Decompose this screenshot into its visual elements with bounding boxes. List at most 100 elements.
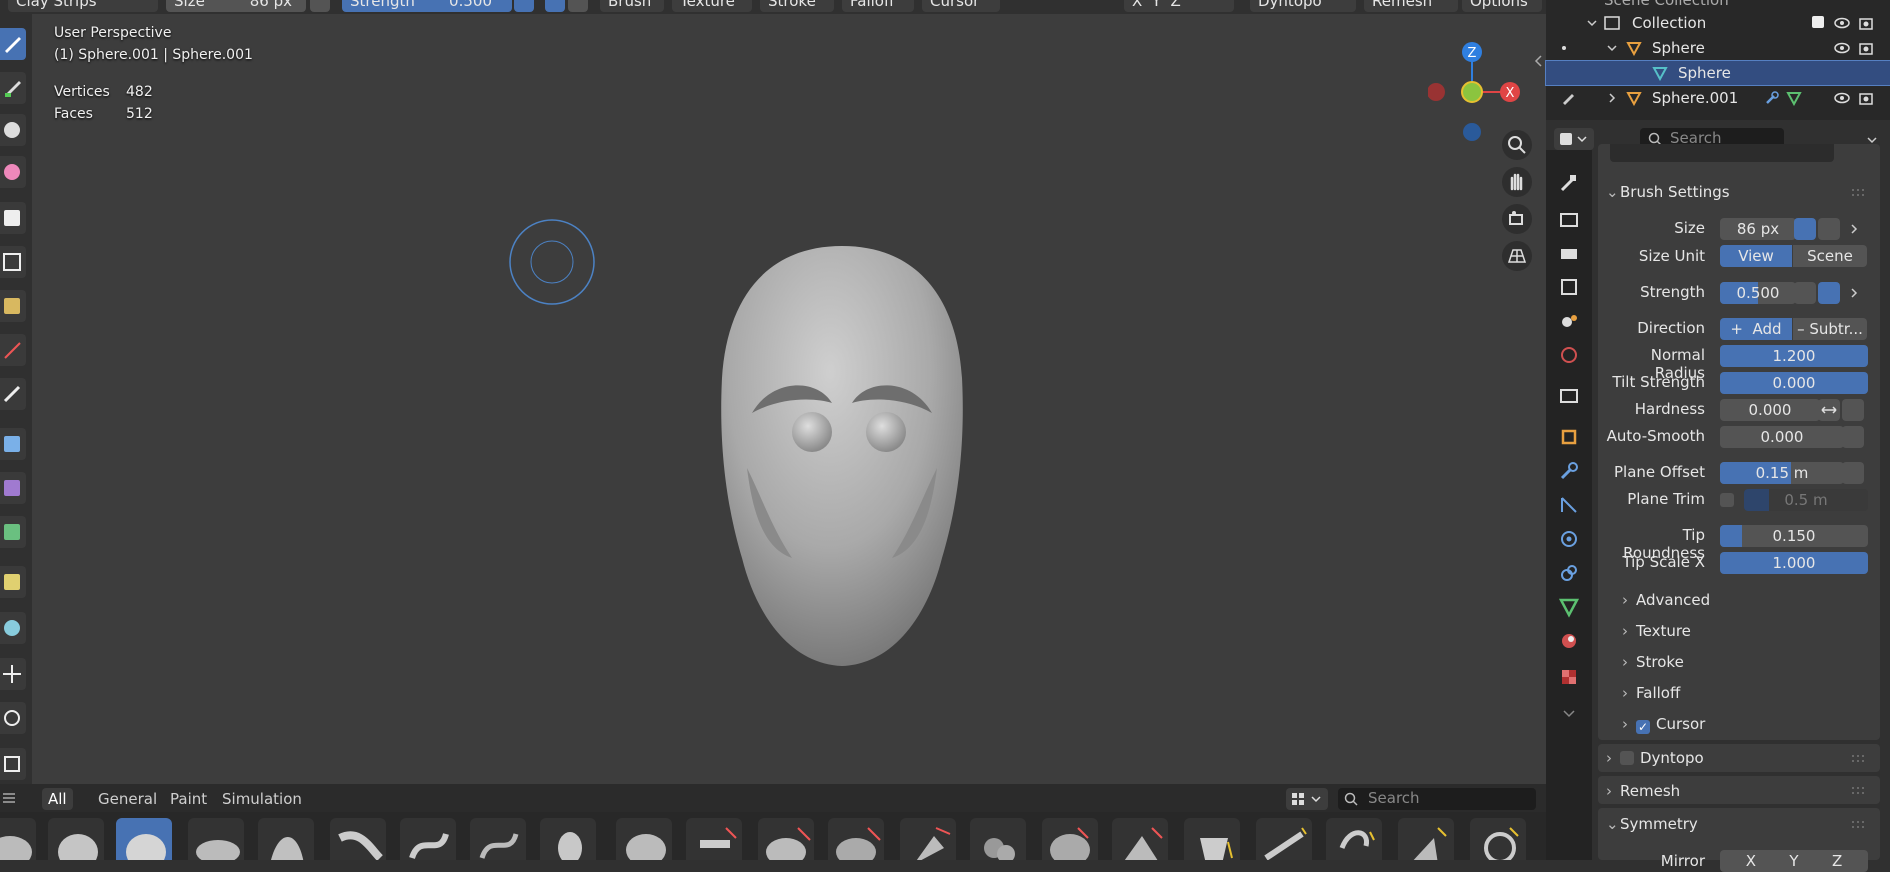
tool-layer[interactable]	[0, 156, 26, 188]
menu-dyntopo[interactable]: Dyntopo	[1250, 0, 1356, 12]
cursor-checkbox[interactable]: ✓	[1636, 720, 1650, 734]
brush-thumb[interactable]	[48, 818, 104, 860]
strength-input[interactable]: 0.500	[1720, 282, 1796, 304]
remesh-header[interactable]: › Remesh	[1606, 782, 1680, 800]
brush-selector[interactable]: Clay Strips	[8, 0, 158, 12]
camera-icon[interactable]	[1858, 40, 1874, 56]
brush-thumb[interactable]	[616, 818, 672, 860]
plane-trim-checkbox[interactable]	[1720, 493, 1734, 507]
auto-smooth-input[interactable]: 0.000	[1720, 426, 1844, 448]
tool-trim[interactable]	[0, 334, 26, 366]
mesh-data-tab-icon[interactable]	[1558, 596, 1580, 618]
brush-thumb[interactable]	[330, 818, 386, 860]
shelf-tab-simulation[interactable]: Simulation	[216, 788, 308, 810]
menu-brush[interactable]: Brush	[600, 0, 664, 12]
menu-stroke[interactable]: Stroke	[760, 0, 834, 12]
eye-icon[interactable]	[1834, 16, 1850, 30]
plane-trim-input[interactable]: 0.5 m	[1744, 489, 1868, 511]
material-tab-icon[interactable]	[1558, 630, 1580, 652]
sphere-row[interactable]: Sphere	[1546, 36, 1890, 60]
checkbox-icon[interactable]	[1812, 16, 1824, 28]
tool-cloth-filter[interactable]	[0, 472, 26, 504]
mirror-toggles[interactable]: X Y Z	[1720, 850, 1868, 872]
menu-cursor[interactable]: Cursor	[922, 0, 1000, 12]
zoom-icon[interactable]	[1502, 130, 1532, 160]
object-tab-icon[interactable]	[1558, 426, 1580, 448]
3d-viewport[interactable]: User Perspective (1) Sphere.001 | Sphere…	[32, 14, 1546, 784]
brush-thumb[interactable]	[540, 818, 596, 860]
world-tab-icon[interactable]	[1558, 344, 1580, 366]
brush-thumb[interactable]	[1256, 818, 1312, 860]
collapse-sidebar-icon[interactable]	[1532, 54, 1546, 68]
symmetry-header[interactable]: ⌄Symmetry	[1606, 815, 1698, 833]
eyedropper-icon[interactable]	[1842, 426, 1864, 448]
eye-icon[interactable]	[1834, 41, 1850, 55]
eyedropper-icon[interactable]	[1842, 462, 1864, 484]
particles-tab-icon[interactable]	[1558, 494, 1580, 516]
tip-scale-x-input[interactable]: 1.000	[1720, 552, 1868, 574]
drag-handle-icon[interactable]	[1850, 754, 1868, 764]
eye-icon[interactable]	[1834, 91, 1850, 105]
direction-subtract-icon[interactable]	[568, 0, 588, 12]
advanced-subpanel[interactable]: › Advanced	[1622, 591, 1710, 609]
modifier-wrench-icon[interactable]	[1558, 460, 1580, 482]
dyntopo-header[interactable]: › Dyntopo	[1606, 749, 1704, 767]
sym-x[interactable]: X	[1132, 0, 1142, 10]
menu-falloff[interactable]: Falloff	[842, 0, 914, 12]
sym-z[interactable]: Z	[1171, 0, 1181, 10]
view-layer-tab-icon[interactable]	[1558, 276, 1580, 298]
brush-thumb[interactable]	[1470, 818, 1526, 860]
size-pressure-icon[interactable]	[1794, 218, 1816, 240]
texture-subpanel[interactable]: › Texture	[1622, 622, 1691, 640]
falloff-subpanel[interactable]: › Falloff	[1622, 684, 1680, 702]
shelf-tab-general[interactable]: General	[92, 788, 163, 810]
tool-mask-by-color[interactable]	[0, 612, 26, 644]
tool-move[interactable]	[0, 658, 26, 690]
plane-offset-input[interactable]: 0.15 m	[1720, 462, 1844, 484]
brush-settings-header[interactable]: ⌄Brush Settings	[1606, 183, 1730, 201]
chevron-right-icon[interactable]	[1848, 287, 1860, 299]
size-unit-scene-button[interactable]: Scene	[1793, 245, 1867, 267]
tool-box-mask[interactable]	[0, 246, 26, 278]
scene-tab-icon[interactable]	[1558, 310, 1580, 332]
mirror-z[interactable]: Z	[1832, 852, 1842, 870]
strength-eyedropper-icon[interactable]	[1818, 282, 1840, 304]
tool-rotate[interactable]	[0, 702, 26, 734]
tool-edit-face-set[interactable]	[0, 566, 26, 598]
drag-handle-icon[interactable]	[1850, 820, 1868, 830]
symmetry-toggles[interactable]: X Y Z	[1124, 0, 1234, 12]
strength-field[interactable]: Strength 0.500	[342, 0, 512, 12]
chevron-down-icon[interactable]	[1558, 702, 1580, 724]
shelf-tab-paint[interactable]: Paint	[164, 788, 213, 810]
chevron-right-icon[interactable]	[1848, 223, 1860, 235]
direction-add-button[interactable]: + Add	[1720, 318, 1792, 340]
brush-thumb[interactable]	[900, 818, 956, 860]
sphere-mesh-row[interactable]: Sphere	[1545, 60, 1890, 86]
tool-tab-icon[interactable]	[1558, 172, 1580, 194]
tool-draw-sharp[interactable]	[0, 72, 26, 104]
size-unit-view-button[interactable]: View	[1720, 245, 1792, 267]
brush-thumb[interactable]	[970, 818, 1026, 860]
camera-view-icon[interactable]	[1502, 204, 1532, 234]
constraints-tab-icon[interactable]	[1558, 562, 1580, 584]
texture-tab-icon[interactable]	[1558, 666, 1580, 688]
mirror-y[interactable]: Y	[1789, 852, 1798, 870]
mirror-x[interactable]: X	[1746, 852, 1756, 870]
brush-thumb[interactable]	[758, 818, 814, 860]
tool-scale[interactable]	[0, 748, 26, 780]
collection-tab-icon[interactable]	[1558, 384, 1580, 406]
gizmo-y-axis-icon[interactable]	[1461, 81, 1483, 103]
stroke-subpanel[interactable]: › Stroke	[1622, 653, 1684, 671]
menu-texture[interactable]: Texture	[672, 0, 752, 12]
brush-thumb[interactable]	[188, 818, 244, 860]
direction-add-icon[interactable]	[545, 0, 565, 12]
tool-line-project[interactable]	[0, 378, 26, 410]
tip-roundness-input[interactable]: 0.150	[1720, 525, 1868, 547]
menu-options[interactable]: Options	[1462, 0, 1542, 12]
render-tab-icon[interactable]	[1558, 208, 1580, 230]
brush-thumb[interactable]	[686, 818, 742, 860]
chevron-down-icon[interactable]	[1586, 17, 1598, 29]
collection-row[interactable]: Collection	[1546, 11, 1890, 35]
tool-color-filter[interactable]	[0, 516, 26, 548]
camera-icon[interactable]	[1858, 90, 1874, 106]
